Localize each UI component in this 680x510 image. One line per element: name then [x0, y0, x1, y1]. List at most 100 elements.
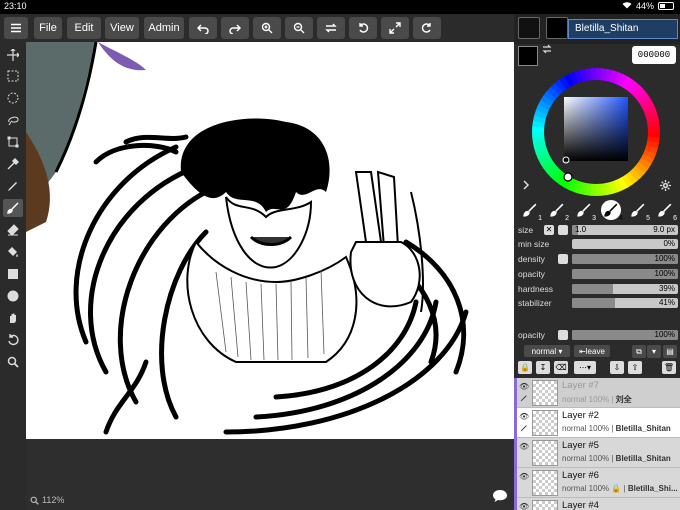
hex-color-input[interactable]: 000000 [632, 46, 676, 64]
layer-options-button[interactable]: ▾ [647, 345, 661, 358]
eraser-tool[interactable] [3, 221, 23, 239]
zoom-tool[interactable] [3, 353, 23, 371]
move-tool[interactable] [3, 46, 23, 64]
hardness-slider[interactable]: 39% [572, 284, 678, 294]
blend-mode-select[interactable]: normal ▾ [524, 345, 570, 357]
swap-colors-icon[interactable] [542, 44, 552, 54]
layer-row[interactable]: 👁 Layer #7 normal 100% | 刘全 [514, 378, 680, 408]
hand-tool[interactable] [3, 309, 23, 327]
hardness-value: 39% [658, 284, 675, 293]
avatar-secondary[interactable] [518, 17, 540, 39]
layer-opacity-toggle[interactable] [558, 330, 568, 340]
layer-row[interactable]: 👁 Layer #4 [514, 498, 680, 510]
canvas-backdrop [26, 439, 514, 510]
brush-preset-number: 5 [646, 215, 650, 222]
size-pressure-toggle[interactable]: ✕ [544, 225, 554, 235]
brush-preset-3[interactable]: 3 [574, 200, 596, 222]
visibility-eye-icon[interactable]: 👁 [519, 412, 529, 421]
visibility-eye-icon[interactable]: 👁 [519, 442, 529, 451]
undo-button[interactable] [189, 17, 217, 39]
lasso-tool[interactable] [3, 111, 23, 129]
drawing-canvas[interactable] [26, 42, 514, 439]
size-pen-toggle[interactable] [558, 225, 568, 235]
layer-blend-info: normal 100% | [562, 395, 616, 404]
rectangle-tool[interactable] [3, 265, 23, 283]
eyedropper-tool[interactable] [3, 155, 23, 173]
opacity-label: opacity [518, 269, 545, 279]
stabilizer-value: 41% [658, 298, 675, 307]
avatar[interactable] [546, 17, 568, 39]
min-size-slider[interactable]: 0% [572, 239, 678, 249]
delete-layer-button[interactable]: 🗑 [662, 361, 676, 374]
user-bar: Bletilla_Shitan [514, 14, 680, 44]
layer-thumbnail [532, 380, 558, 406]
file-menu-button[interactable]: File [34, 17, 62, 39]
battery-percent: 44% [635, 1, 654, 11]
density-value: 100% [654, 254, 675, 263]
visibility-eye-icon[interactable]: 👁 [519, 502, 529, 510]
primary-color-swatch[interactable] [518, 46, 538, 66]
brush-preset-2[interactable]: 2 [547, 200, 569, 222]
redo-button[interactable] [221, 17, 249, 39]
brush-preset-number: 6 [673, 215, 677, 222]
zoom-out-button[interactable] [285, 17, 313, 39]
lock-layer-button[interactable]: 🔒 [518, 361, 532, 374]
import-layer-button[interactable]: ⇧ [628, 361, 642, 374]
brush-preset-6[interactable]: 6 [655, 200, 677, 222]
opacity-slider[interactable]: 100% [572, 269, 678, 279]
circle-tool[interactable] [3, 287, 23, 305]
clear-layer-button[interactable]: ⌫ [554, 361, 568, 374]
fullscreen-button[interactable] [381, 17, 409, 39]
chevron-right-icon[interactable] [522, 180, 530, 190]
gear-icon[interactable] [660, 180, 671, 191]
layer-row[interactable]: 👁 Layer #5 normal 100% | Bletilla_Shitan [514, 438, 680, 468]
view-menu-button[interactable]: View [105, 17, 139, 39]
hamburger-menu-button[interactable] [4, 17, 28, 39]
density-pen-toggle[interactable] [558, 254, 568, 264]
brush-preset-4[interactable]: 4 [601, 200, 623, 222]
leave-icon: ⇤ [579, 346, 586, 356]
export-layer-button[interactable]: ⇩ [610, 361, 624, 374]
leave-label: leave [585, 346, 605, 356]
edit-menu-button[interactable]: Edit [67, 17, 101, 39]
layer-row[interactable]: 👁 Layer #6 normal 100% 🔒 | Bletilla_Shi... [514, 468, 680, 498]
tool-column [0, 42, 26, 510]
lasso-icon [8, 116, 19, 126]
stabilizer-slider[interactable]: 41% [572, 298, 678, 308]
leave-button[interactable]: ⇤ leave [574, 345, 610, 357]
ellipse-select-tool[interactable] [3, 89, 23, 107]
color-wheel[interactable] [530, 66, 662, 198]
admin-menu-button[interactable]: Admin [144, 17, 184, 39]
merge-down-button[interactable]: ↧ [536, 361, 550, 374]
transform-tool[interactable] [3, 133, 23, 151]
eraser-icon [7, 224, 19, 236]
user-name-field[interactable]: Bletilla_Shitan [568, 19, 678, 39]
size-slider[interactable]: 1.0 9.0 px [572, 225, 678, 235]
chat-icon[interactable] [492, 489, 508, 503]
rotate-tool[interactable] [3, 331, 23, 349]
brush-preset-1[interactable]: 1 [520, 200, 542, 222]
fill-tool[interactable] [3, 243, 23, 261]
pen-tool[interactable] [3, 177, 23, 195]
brush-preset-5[interactable]: 5 [628, 200, 650, 222]
density-slider[interactable]: 100% [572, 254, 678, 264]
visibility-eye-icon[interactable]: 👁 [519, 382, 529, 391]
brush-tool[interactable] [3, 199, 23, 217]
layer-opacity-slider[interactable]: 100% [572, 330, 678, 340]
hand-icon [10, 313, 16, 323]
layer-row[interactable]: 👁 Layer #2 normal 100% | Bletilla_Shitan [514, 408, 680, 438]
density-label: density [518, 254, 545, 264]
new-layer-button[interactable]: ▤ [663, 345, 677, 358]
visibility-eye-icon[interactable]: 👁 [519, 472, 529, 481]
duplicate-layer-button[interactable]: ⧉ [632, 345, 646, 358]
flip-button[interactable] [317, 17, 345, 39]
zoom-in-button[interactable] [253, 17, 281, 39]
rect-select-tool[interactable] [3, 67, 23, 85]
rotate-right-button[interactable] [413, 17, 441, 39]
rotate-icon [8, 334, 19, 346]
rotate-left-button[interactable] [349, 17, 377, 39]
brush-preset-icon [523, 203, 537, 217]
more-layer-actions-button[interactable]: ⋯▾ [574, 361, 596, 374]
edit-pen-icon [520, 395, 527, 402]
fill-icon [8, 247, 18, 257]
